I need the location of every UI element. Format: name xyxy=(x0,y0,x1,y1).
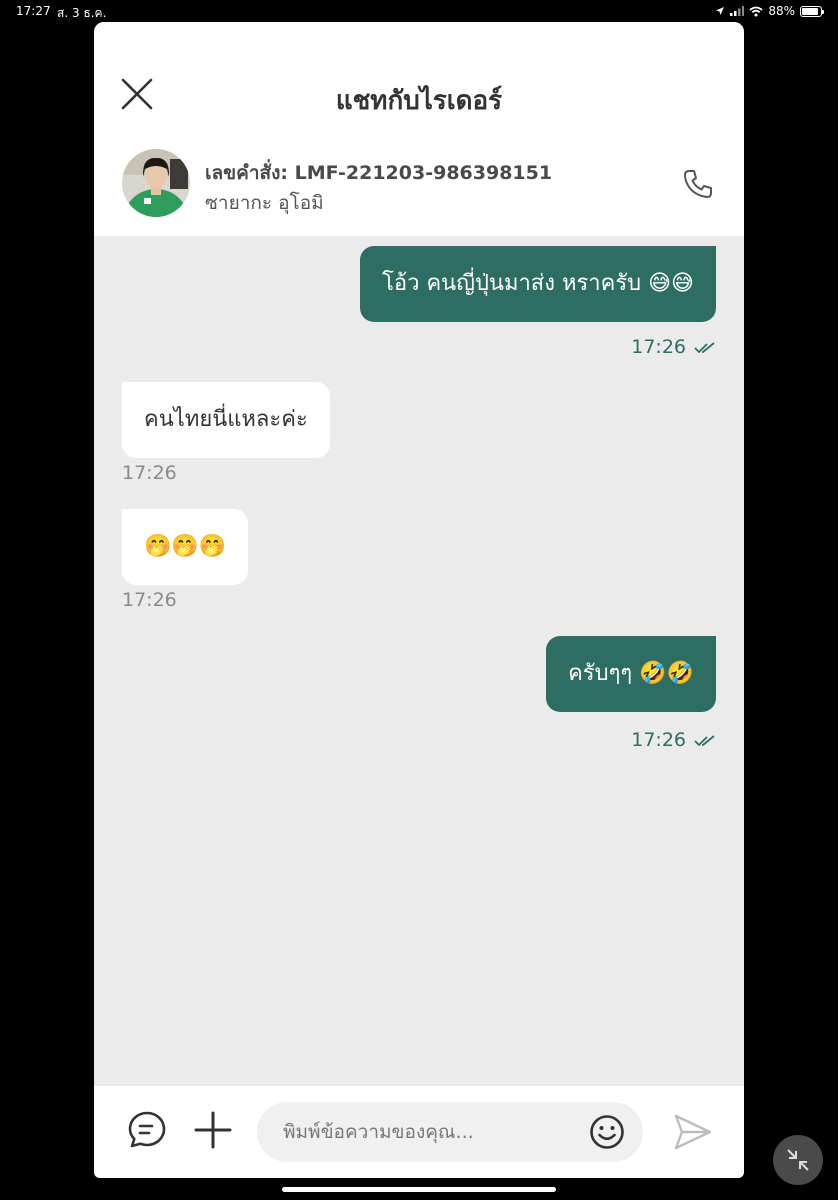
status-bar: 17:27 ส. 3 ธ.ค. 88% xyxy=(0,0,838,22)
plus-icon[interactable] xyxy=(193,1110,233,1150)
message-meta: 17:26 xyxy=(631,336,716,358)
location-icon xyxy=(716,7,725,15)
double-check-icon xyxy=(694,734,715,746)
message-time: 17:26 xyxy=(631,336,686,358)
message-list: โอ้ว คนญี่ปุ่นมาส่ง หราครับ 😅😅 17:26 คนไ… xyxy=(94,236,744,1086)
double-check-icon xyxy=(694,341,715,353)
collapse-button[interactable] xyxy=(773,1135,823,1185)
message-bubble-outgoing: โอ้ว คนญี่ปุ่นมาส่ง หราครับ 😅😅 xyxy=(360,246,716,322)
battery-percent: 88% xyxy=(768,4,795,18)
battery-fill xyxy=(802,7,818,15)
collapse-icon xyxy=(787,1149,809,1171)
avatar xyxy=(122,149,190,217)
message-time: 17:26 xyxy=(122,589,177,611)
chat-sheet: แชทกับไรเดอร์ เลขคำสั่ง: LMF-221203-9863… xyxy=(94,22,744,1178)
battery-icon xyxy=(800,5,824,17)
message-input[interactable] xyxy=(283,1102,573,1162)
message-time: 17:26 xyxy=(122,462,177,484)
order-number: เลขคำสั่ง: LMF-221203-986398151 xyxy=(205,162,553,184)
message-bubble-incoming: 🤭🤭🤭 xyxy=(122,509,249,585)
status-date: ส. 3 ธ.ค. xyxy=(57,6,107,20)
send-icon[interactable] xyxy=(672,1111,714,1153)
message-input-container xyxy=(257,1102,643,1162)
emoji-icon[interactable] xyxy=(589,1114,625,1150)
chat-header: แชทกับไรเดอร์ เลขคำสั่ง: LMF-221203-9863… xyxy=(94,22,744,236)
page-title: แชทกับไรเดอร์ xyxy=(335,86,503,116)
phone-icon[interactable] xyxy=(682,168,714,200)
quick-reply-icon[interactable] xyxy=(127,1110,167,1150)
wifi-icon xyxy=(749,6,763,16)
rider-name: ซายากะ อุโอมิ xyxy=(205,192,324,214)
status-time: 17:27 xyxy=(16,4,51,18)
message-composer xyxy=(94,1086,744,1178)
message-time: 17:26 xyxy=(631,729,686,751)
home-indicator xyxy=(282,1187,556,1192)
message-meta: 17:26 xyxy=(631,729,716,751)
message-bubble-outgoing: ครับๆๆ 🤣🤣 xyxy=(546,636,716,712)
signal-icon xyxy=(730,6,745,16)
message-bubble-incoming: คนไทยนี่แหละค่ะ xyxy=(122,382,330,458)
status-indicators: 88% xyxy=(715,4,824,18)
